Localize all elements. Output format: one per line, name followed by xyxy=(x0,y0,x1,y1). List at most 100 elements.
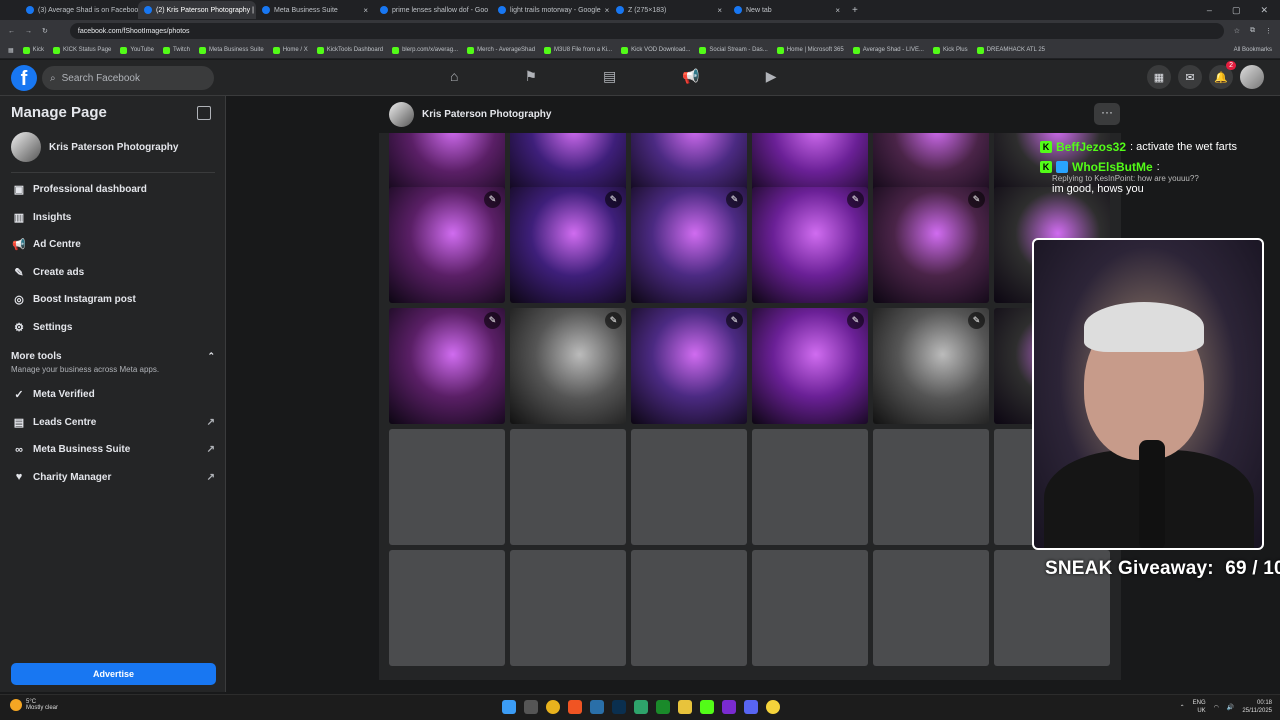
extensions-icon[interactable]: ⧉ xyxy=(1250,27,1255,35)
photo-thumbnail[interactable]: ✎ xyxy=(510,308,626,424)
back-icon[interactable]: ← xyxy=(8,28,15,35)
home-icon[interactable]: ⌂ xyxy=(450,68,458,85)
brave-icon[interactable] xyxy=(568,700,582,714)
wifi-icon[interactable]: ◠ xyxy=(1214,704,1219,711)
all-bookmarks-link[interactable]: All Bookmarks xyxy=(1234,47,1272,53)
search-input[interactable]: ⌕ Search Facebook xyxy=(42,66,214,90)
photo-thumbnail[interactable]: ✎ xyxy=(873,187,989,303)
photo-placeholder[interactable] xyxy=(873,429,989,545)
video-icon[interactable]: ▶ xyxy=(766,68,777,85)
weather-widget[interactable]: 5°C Mostly clear xyxy=(10,699,58,711)
advertise-button[interactable]: Advertise xyxy=(11,663,216,685)
steam-icon[interactable] xyxy=(590,700,604,714)
xbox-icon[interactable] xyxy=(656,700,670,714)
tools-item[interactable]: ∞ Meta Business Suite ↗ xyxy=(11,436,215,464)
sidebar-item[interactable]: ◎ Boost Instagram post xyxy=(11,286,215,314)
bookmark-item[interactable]: blerp.com/x/averag... xyxy=(392,46,458,54)
page-switcher[interactable]: Kris Paterson Photography xyxy=(11,132,178,162)
bookmark-item[interactable]: Home / X xyxy=(272,46,308,54)
page-avatar[interactable] xyxy=(389,102,414,127)
bookmark-item[interactable]: M3U8 File from a Ki... xyxy=(544,46,612,54)
bookmark-item[interactable]: KICK Status Page xyxy=(53,46,111,54)
bookmark-item[interactable]: Merch - AverageShad xyxy=(467,46,535,54)
bookmark-item[interactable]: Kick Plus xyxy=(932,46,968,54)
bookmark-item[interactable]: KickTools Dashboard xyxy=(316,46,383,54)
folder-icon[interactable] xyxy=(678,700,692,714)
sidebar-item[interactable]: ▣ Professional dashboard xyxy=(11,176,215,204)
photo-placeholder[interactable] xyxy=(752,550,868,666)
forward-icon[interactable]: → xyxy=(25,28,32,35)
photo-placeholder[interactable] xyxy=(631,550,747,666)
url-field[interactable]: facebook.com/fShootImages/photos xyxy=(69,23,1224,39)
bookmark-item[interactable]: Social Stream - Das... xyxy=(699,46,768,54)
apps-icon[interactable]: ▦ xyxy=(8,47,14,54)
clock[interactable]: 00:18 25/11/2025 xyxy=(1242,699,1272,715)
start-icon[interactable] xyxy=(502,700,516,714)
tools-item[interactable]: ✓ Meta Verified xyxy=(11,381,215,409)
app-icon[interactable] xyxy=(766,700,780,714)
photo-thumbnail[interactable]: ✎ xyxy=(510,187,626,303)
app-icon[interactable] xyxy=(700,700,714,714)
close-window-icon[interactable]: ✕ xyxy=(1260,5,1268,16)
edit-photo-icon[interactable]: ✎ xyxy=(968,312,985,329)
tools-item[interactable]: ▤ Leads Centre ↗ xyxy=(11,409,215,437)
minimize-icon[interactable]: – xyxy=(1207,5,1212,16)
browser-tab[interactable]: light trails motorway - Google × xyxy=(492,1,610,19)
bookmark-item[interactable]: Home | Microsoft 365 xyxy=(776,46,844,54)
page-name[interactable]: Kris Paterson Photography xyxy=(422,109,551,120)
facebook-logo[interactable]: f xyxy=(11,65,37,91)
photo-placeholder[interactable] xyxy=(752,429,868,545)
edit-photo-icon[interactable]: ✎ xyxy=(726,312,743,329)
maximize-icon[interactable]: ▢ xyxy=(1232,5,1241,16)
browser-tab[interactable]: Z (275×183) × xyxy=(610,1,728,19)
bookmark-item[interactable]: Meta Business Suite xyxy=(198,46,264,54)
photo-placeholder[interactable] xyxy=(510,429,626,545)
edit-photo-icon[interactable]: ✎ xyxy=(605,312,622,329)
language-indicator[interactable]: ENG UK xyxy=(1193,699,1206,715)
bookmark-item[interactable]: Twitch xyxy=(162,46,190,54)
more-options-button[interactable]: ··· xyxy=(1094,103,1120,125)
photoshop-icon[interactable] xyxy=(612,700,626,714)
messenger-icon[interactable]: ✉ xyxy=(1178,65,1202,89)
photo-thumbnail[interactable]: ✎ xyxy=(752,308,868,424)
edit-photo-icon[interactable]: ✎ xyxy=(968,191,985,208)
close-tab-icon[interactable]: × xyxy=(717,6,722,15)
sidebar-item[interactable]: ⚙ Settings xyxy=(11,314,215,342)
browser-tab[interactable]: Meta Business Suite × xyxy=(256,1,374,19)
bookmark-item[interactable]: YouTube xyxy=(120,46,154,54)
photo-placeholder[interactable] xyxy=(873,550,989,666)
megaphone-icon[interactable]: 📢 xyxy=(682,68,699,85)
tray-chevron-icon[interactable]: ⌃ xyxy=(1180,704,1185,711)
flag-icon[interactable]: ⚑ xyxy=(524,68,537,85)
menu-icon[interactable]: ⋮ xyxy=(1265,27,1272,35)
ads-manager-icon[interactable]: ▤ xyxy=(603,68,616,85)
app-icon[interactable] xyxy=(634,700,648,714)
photo-thumbnail[interactable]: ✎ xyxy=(389,308,505,424)
close-tab-icon[interactable]: × xyxy=(363,6,368,15)
collapse-sidebar-icon[interactable] xyxy=(197,106,211,120)
browser-tab[interactable]: (3) Average Shad is on Faceboo× xyxy=(20,1,138,19)
photo-thumbnail[interactable]: ✎ xyxy=(752,187,868,303)
photo-thumbnail[interactable]: ✎ xyxy=(631,308,747,424)
photo-thumbnail[interactable]: ✎ xyxy=(389,187,505,303)
edit-photo-icon[interactable]: ✎ xyxy=(605,191,622,208)
edit-photo-icon[interactable]: ✎ xyxy=(726,191,743,208)
notifications-icon[interactable]: 🔔 2 xyxy=(1209,61,1236,89)
edit-photo-icon[interactable]: ✎ xyxy=(484,191,501,208)
more-tools-header[interactable]: More tools ⌃ xyxy=(11,351,215,362)
reload-icon[interactable]: ↻ xyxy=(42,27,48,35)
edit-photo-icon[interactable]: ✎ xyxy=(847,191,864,208)
sidebar-item[interactable]: ▥ Insights xyxy=(11,204,215,232)
photo-thumbnail[interactable]: ✎ xyxy=(631,187,747,303)
new-tab-button[interactable]: + xyxy=(852,5,858,16)
edit-photo-icon[interactable]: ✎ xyxy=(484,312,501,329)
sidebar-item[interactable]: 📢 Ad Centre xyxy=(11,231,215,259)
tools-item[interactable]: ♥ Charity Manager ↗ xyxy=(11,464,215,492)
bookmark-star-icon[interactable]: ☆ xyxy=(1234,27,1240,35)
app-icon[interactable] xyxy=(722,700,736,714)
photo-placeholder[interactable] xyxy=(631,429,747,545)
browser-tab[interactable]: New tab × xyxy=(728,1,846,19)
close-tab-icon[interactable]: × xyxy=(605,6,610,15)
browser-tab[interactable]: (2) Kris Paterson Photography |× xyxy=(138,1,256,19)
browser-tab[interactable]: prime lenses shallow dof - Goo× xyxy=(374,1,492,19)
